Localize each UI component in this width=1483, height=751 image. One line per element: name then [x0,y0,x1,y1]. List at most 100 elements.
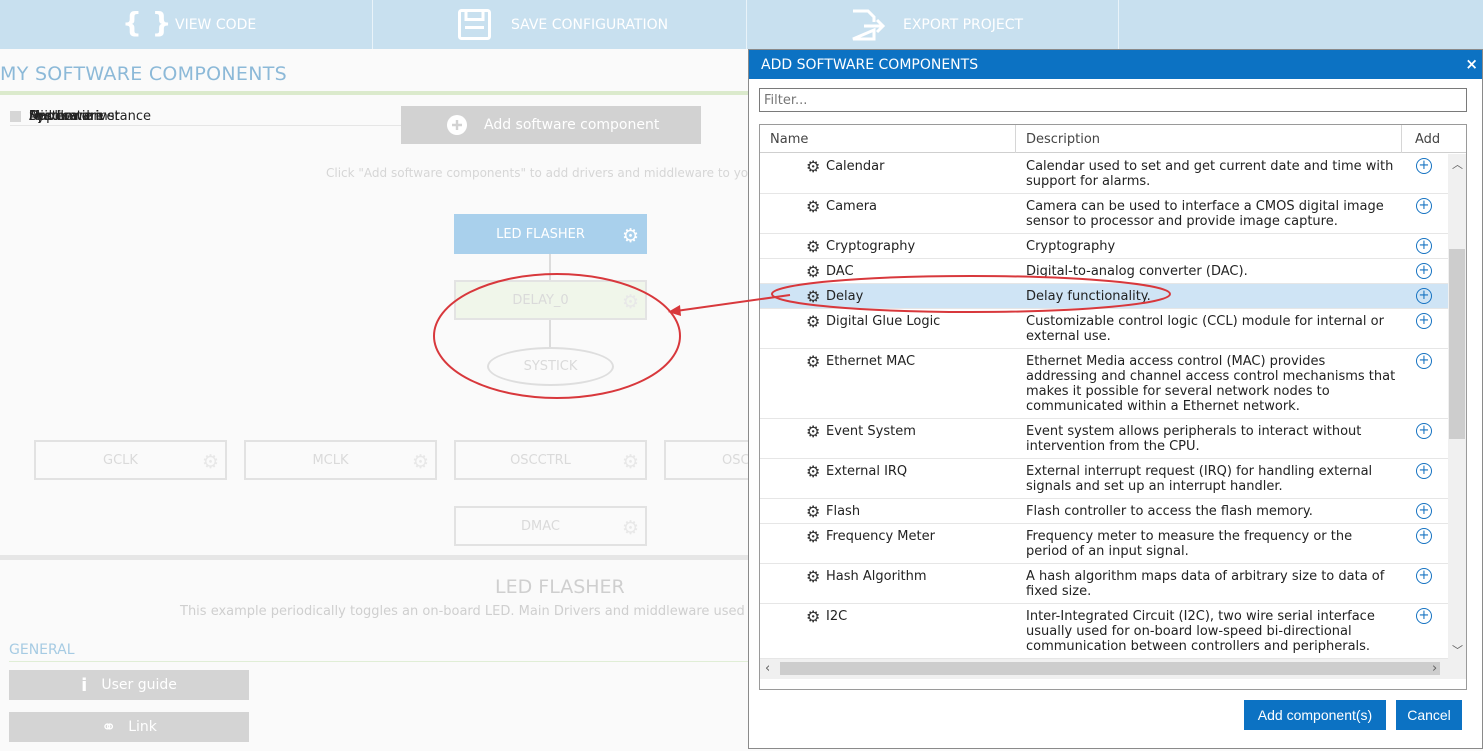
add-component-icon[interactable]: + [1416,263,1432,279]
user-guide-button[interactable]: i User guide [9,670,249,700]
node-oscctrl[interactable]: OSCCTRL ⚙ [454,440,647,480]
table-row[interactable]: ⚙ Delay Delay functionality. + [760,284,1448,309]
table-row[interactable]: ⚙ Flash Flash controller to access the fla… [760,499,1448,524]
table-row[interactable]: ⚙ Frequency Meter Frequency meter to measu… [760,524,1448,564]
add-component-icon[interactable]: + [1416,423,1432,439]
component-description: Flash controller to access the flash mem… [1026,504,1313,519]
table-row[interactable]: ⚙ Hash Algorithm A hash algorithm maps dat… [760,564,1448,604]
component-name: Delay [826,289,864,304]
add-component-icon[interactable]: + [1416,198,1432,214]
horizontal-scrollbar[interactable]: ‹ › [760,659,1466,679]
link-label: Link [128,719,157,735]
scroll-left-icon[interactable]: ‹ [765,661,770,676]
vertical-scroll-thumb[interactable] [1449,249,1465,439]
gear-icon: ⚙ [806,527,821,546]
node-gclk-label: GCLK [103,452,138,468]
component-name: DAC [826,264,854,279]
table-row[interactable]: ⚙ Ethernet MAC Ethernet Media access contr… [760,349,1448,419]
column-header-description[interactable]: Description [1026,132,1100,147]
table-row[interactable]: ⚙ Event System Event system allows periphe… [760,419,1448,459]
dialog-header: ADD SOFTWARE COMPONENTS × [749,50,1482,79]
table-row[interactable]: ⚙ Calendar Calendar used to set and get cu… [760,154,1448,194]
link-button[interactable]: ⚭ Link [9,712,249,742]
gear-icon[interactable]: ⚙ [622,291,639,313]
table-row[interactable]: ⚙ I2C Inter-Integrated Circuit (I2C), two … [760,604,1448,659]
node-mclk-label: MCLK [312,452,349,468]
gear-icon: ⚙ [806,567,821,586]
component-name: Frequency Meter [826,529,935,544]
detail-title: LED FLASHER [495,576,625,598]
component-description: Delay functionality. [1026,289,1151,304]
table-row[interactable]: ⚙ Camera Camera can be used to interface a… [760,194,1448,234]
table-row[interactable]: ⚙ Digital Glue Logic Customizable control … [760,309,1448,349]
gear-icon: ⚙ [806,287,821,306]
export-project-button[interactable]: EXPORT PROJECT [747,0,1118,49]
gear-icon: ⚙ [806,157,821,176]
gear-icon[interactable]: ⚙ [622,225,639,247]
horizontal-scroll-thumb[interactable] [780,662,1440,675]
node-mclk[interactable]: MCLK ⚙ [244,440,437,480]
gear-icon: ⚙ [806,237,821,256]
export-icon [852,9,886,41]
component-description: Cryptography [1026,239,1116,254]
node-delay[interactable]: DELAY_0 ⚙ [454,280,647,320]
add-component-icon[interactable]: + [1416,313,1432,329]
node-dmac[interactable]: DMAC ⚙ [454,506,647,546]
dialog-title: ADD SOFTWARE COMPONENTS [761,56,979,73]
add-component-icon[interactable]: + [1416,568,1432,584]
add-component-icon[interactable]: + [1416,238,1432,254]
table-row[interactable]: ⚙ External IRQ External interrupt request … [760,459,1448,499]
add-component-icon[interactable]: + [1416,353,1432,369]
view-code-button[interactable]: { } VIEW CODE [0,0,372,49]
add-software-components-dialog: ADD SOFTWARE COMPONENTS × Name Descripti… [748,49,1483,749]
gear-icon[interactable]: ⚙ [622,451,639,473]
scroll-down-icon[interactable]: ﹀ [1452,642,1463,658]
node-dmac-label: DMAC [521,518,560,534]
vertical-scrollbar[interactable]: ︿ ﹀ [1448,154,1466,659]
table-row[interactable]: ⚙ Cryptography Cryptography + [760,234,1448,259]
add-component-icon[interactable]: + [1416,463,1432,479]
column-header-add[interactable]: Add [1415,132,1440,147]
link-icon: ⚭ [101,716,117,738]
add-component-icon[interactable]: + [1416,608,1432,624]
node-gclk[interactable]: GCLK ⚙ [34,440,227,480]
gear-icon: ⚙ [806,197,821,216]
scroll-right-icon[interactable]: › [1432,661,1437,676]
component-description: Ethernet Media access control (MAC) prov… [1026,354,1396,414]
add-components-button[interactable]: Add component(s) [1244,700,1386,730]
add-component-icon[interactable]: + [1416,158,1432,174]
gear-icon: ⚙ [806,607,821,626]
table-row[interactable]: ⚙ DAC Digital-to-analog converter (DAC). + [760,259,1448,284]
save-configuration-button[interactable]: SAVE CONFIGURATION [373,0,746,49]
gear-icon: ⚙ [806,422,821,441]
scroll-up-icon[interactable]: ︿ [1452,156,1463,172]
general-section-label: GENERAL [9,642,75,658]
close-icon[interactable]: × [1465,55,1478,73]
node-led-flasher-label: LED FLASHER [496,226,585,242]
gear-icon[interactable]: ⚙ [412,451,429,473]
node-oscctrl-label: OSCCTRL [510,452,571,468]
filter-input[interactable] [759,88,1467,112]
add-component-icon[interactable]: + [1416,528,1432,544]
node-led-flasher[interactable]: LED FLASHER ⚙ [454,214,647,254]
add-component-icon[interactable]: + [1416,503,1432,519]
my-components-title: MY SOFTWARE COMPONENTS [0,63,287,85]
add-component-icon[interactable]: + [1416,288,1432,304]
export-project-label: EXPORT PROJECT [903,16,1024,33]
gear-icon[interactable]: ⚙ [202,451,219,473]
node-osc[interactable]: OSC [664,440,750,480]
braces-icon: { } [122,6,172,39]
add-software-component-button[interactable]: Add software component [401,106,701,144]
view-code-label: VIEW CODE [175,16,257,33]
cancel-button[interactable]: Cancel [1396,700,1462,730]
gear-icon[interactable]: ⚙ [622,517,639,539]
component-description: Camera can be used to interface a CMOS d… [1026,199,1384,229]
component-name: Event System [826,424,916,439]
table-header: Name Description Add [760,125,1466,153]
component-name: Flash [826,504,861,519]
node-systick[interactable]: SYSTICK [487,347,614,386]
table-body: ⚙ Calendar Calendar used to set and get cu… [760,154,1448,659]
column-header-name[interactable]: Name [770,132,808,147]
component-name: I2C [826,609,848,624]
detail-description: This example periodically toggles an on-… [180,604,799,619]
